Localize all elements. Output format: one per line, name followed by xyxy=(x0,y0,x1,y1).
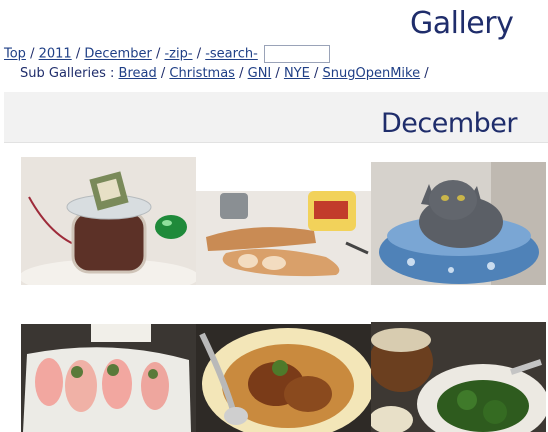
sub-galleries: Sub Galleries : Bread / Christmas / GNI … xyxy=(20,66,429,81)
zip-link[interactable]: -zip- xyxy=(164,47,192,62)
breadcrumb-separator: / xyxy=(75,46,81,62)
breadcrumb-december-link[interactable]: December xyxy=(84,47,151,62)
cat-in-bed-image xyxy=(371,162,546,285)
thumbnail-cat-in-bed[interactable] xyxy=(371,162,546,285)
rice-and-greens-image xyxy=(371,322,546,432)
sashimi-plate-image xyxy=(21,324,196,432)
sub-gallery-separator: / xyxy=(239,66,244,81)
thumbnail-jar-ornament[interactable] xyxy=(21,157,196,285)
thumbnail-sashimi-plate[interactable] xyxy=(21,324,196,432)
breadcrumb: Top / 2011 / December / -zip- / -search- xyxy=(4,45,330,63)
roast-quail-image xyxy=(196,324,371,432)
sub-gallery-separator: / xyxy=(313,66,319,81)
sub-gallery-separator: / xyxy=(160,66,166,81)
thumbnail-bread-loaves[interactable] xyxy=(196,191,371,285)
thumbnail-roast-quail[interactable] xyxy=(196,324,371,432)
sub-gallery-gni-link[interactable]: GNI xyxy=(248,66,272,81)
sub-gallery-separator: / xyxy=(424,66,429,81)
breadcrumb-2011-link[interactable]: 2011 xyxy=(39,47,72,62)
thumbnail-rice-and-greens[interactable] xyxy=(371,322,546,432)
sub-gallery-bread-link[interactable]: Bread xyxy=(119,66,157,81)
sub-galleries-label: Sub Galleries : xyxy=(20,66,115,81)
breadcrumb-separator: / xyxy=(30,46,35,62)
section-title: December xyxy=(380,108,518,139)
search-input[interactable] xyxy=(263,45,330,63)
search-link[interactable]: -search- xyxy=(205,47,258,62)
sub-gallery-christmas-link[interactable]: Christmas xyxy=(169,66,235,81)
bread-loaves-image xyxy=(196,191,371,285)
jar-ornament-image xyxy=(21,157,196,285)
sub-gallery-nye-link[interactable]: NYE xyxy=(284,66,310,81)
section-header-band: December xyxy=(4,92,548,143)
sub-gallery-snugopenmike-link[interactable]: SnugOpenMike xyxy=(323,66,421,81)
breadcrumb-top-link[interactable]: Top xyxy=(4,47,26,62)
breadcrumb-separator: / xyxy=(155,46,161,62)
sub-gallery-separator: / xyxy=(275,66,280,81)
breadcrumb-separator: / xyxy=(196,46,202,62)
gallery-title: Gallery xyxy=(410,6,514,41)
